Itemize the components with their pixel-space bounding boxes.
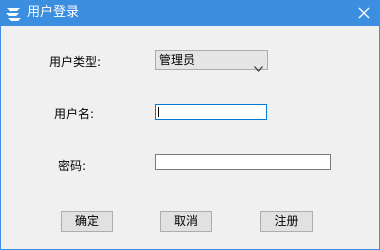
close-button[interactable]	[348, 0, 380, 26]
cancel-button[interactable]: 取消	[160, 211, 212, 232]
register-button[interactable]: 注册	[260, 211, 313, 232]
window-title: 用户登录	[27, 5, 80, 20]
dialog-body: 用户类型: 管理员 用户名: 密码: 确定 取消 注册	[1, 26, 379, 249]
user-type-selected-value: 管理员	[159, 53, 196, 67]
title-bar[interactable]: 用户登录	[0, 0, 380, 26]
username-input[interactable]	[155, 104, 267, 120]
text-caret	[158, 107, 159, 117]
ok-button[interactable]: 确定	[61, 211, 113, 232]
close-icon	[358, 7, 370, 19]
login-window: 用户登录 用户类型: 管理员 用户名: 密码: 确定 取消 注册	[0, 0, 380, 250]
password-label: 密码:	[58, 159, 87, 173]
chevron-down-icon	[254, 57, 263, 72]
username-label: 用户名:	[54, 107, 95, 121]
password-input[interactable]	[155, 154, 331, 170]
user-type-select[interactable]: 管理员	[155, 50, 268, 72]
app-logo-icon	[5, 5, 22, 22]
user-type-label: 用户类型:	[49, 55, 102, 69]
